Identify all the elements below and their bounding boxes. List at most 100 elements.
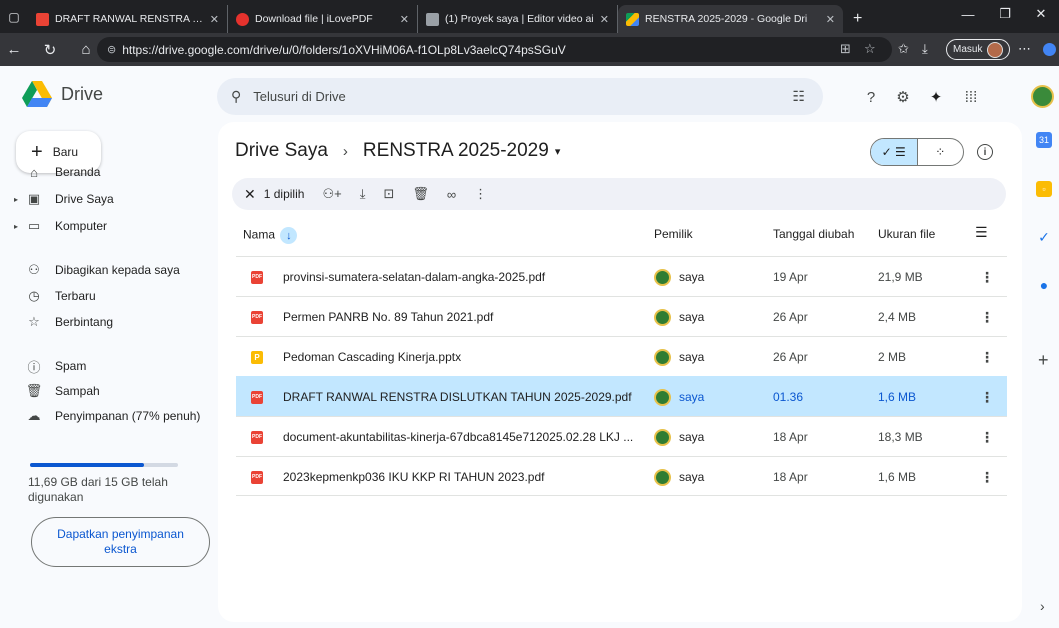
modified-date: 18 Apr: [773, 470, 808, 484]
file-row-selected[interactable]: PDF DRAFT RANWAL RENSTRA DISLUTKAN TAHUN…: [236, 376, 1007, 416]
close-tab-icon[interactable]: ✕: [210, 13, 219, 26]
row-more-icon[interactable]: ⋮: [980, 377, 994, 417]
help-icon[interactable]: ?: [860, 86, 882, 108]
browser-tab[interactable]: Download file | iLovePDF ✕: [228, 5, 418, 33]
grid-view-button[interactable]: ⁘: [918, 139, 964, 165]
sidebar-item-trash[interactable]: 🗑 Sampah: [14, 380, 100, 402]
new-button-label: Baru: [52, 145, 79, 159]
row-more-icon[interactable]: ⋮: [980, 457, 994, 497]
file-row[interactable]: PDF 2023kepmenkp036 IKU KKP RI TAHUN 202…: [236, 456, 1007, 496]
move-icon[interactable]: ⊡: [383, 186, 394, 202]
sidebar-item-my-drive[interactable]: ▸ ▣ Drive Saya: [14, 188, 114, 210]
calendar-icon[interactable]: 31: [1036, 132, 1052, 148]
clock-icon: ◷: [28, 288, 40, 303]
search-icon[interactable]: ⚲: [231, 88, 241, 105]
signin-button[interactable]: Masuk: [946, 39, 1010, 60]
site-info-icon[interactable]: ⊜: [107, 43, 116, 56]
column-modified[interactable]: Tanggal diubah: [773, 227, 854, 241]
tab-actions-icon[interactable]: ▢: [0, 0, 28, 33]
browser-tab-label: DRAFT RANWAL RENSTRA DISLUT: [55, 13, 204, 25]
download-file-icon[interactable]: ⤓: [360, 186, 366, 202]
row-more-icon[interactable]: ⋮: [980, 337, 994, 377]
minimize-icon[interactable]: —: [950, 0, 986, 28]
favorites-icon[interactable]: ✩: [898, 41, 909, 57]
restore-icon[interactable]: ❐: [987, 0, 1023, 28]
expand-icon[interactable]: ▸: [14, 222, 24, 231]
delete-icon[interactable]: 🗑: [412, 186, 429, 202]
row-more-icon[interactable]: ⋮: [980, 417, 994, 457]
close-tab-icon[interactable]: ✕: [826, 13, 835, 26]
file-row[interactable]: PDF document-akuntabilitas-kinerja-67dbc…: [236, 416, 1007, 456]
column-name[interactable]: Nama ↓: [243, 227, 298, 244]
folder-menu-caret-icon[interactable]: ▾: [555, 145, 561, 158]
list-view-button[interactable]: ✓ ☰: [871, 139, 918, 165]
breadcrumb-separator: ›: [342, 142, 348, 160]
search-bar[interactable]: ⚲ Telusuri di Drive ☷: [217, 78, 823, 115]
browser-tab[interactable]: DRAFT RANWAL RENSTRA DISLUT ✕: [28, 5, 228, 33]
more-menu-icon[interactable]: ⋯: [1018, 41, 1031, 57]
tasks-icon[interactable]: ✓: [1036, 229, 1052, 245]
settings-gear-icon[interactable]: ⚙: [892, 86, 914, 108]
expand-icon[interactable]: ▸: [14, 195, 24, 204]
new-tab-button[interactable]: +: [843, 5, 872, 33]
column-size[interactable]: Ukuran file: [878, 227, 935, 241]
reload-icon[interactable]: ↻: [38, 38, 62, 62]
sort-arrow-icon[interactable]: ↓: [280, 227, 298, 244]
back-icon[interactable]: ←: [2, 38, 26, 62]
copilot-icon[interactable]: [1043, 43, 1056, 56]
contacts-icon[interactable]: ●: [1036, 277, 1052, 293]
row-more-icon[interactable]: ⋮: [980, 257, 994, 297]
breadcrumb-current-folder[interactable]: RENSTRA 2025-2029: [363, 140, 549, 162]
sort-options-icon[interactable]: ☰: [975, 224, 988, 241]
drive-logo[interactable]: Drive: [22, 81, 103, 107]
search-options-icon[interactable]: ☷: [792, 88, 805, 105]
clear-selection-icon[interactable]: ✕: [244, 186, 256, 203]
browser-tab[interactable]: (1) Proyek saya | Editor video ai ✕: [418, 5, 618, 33]
sidebar-item-starred[interactable]: ☆ Berbintang: [14, 311, 113, 333]
expand-panel-icon[interactable]: ›: [1040, 598, 1045, 614]
copy-link-icon[interactable]: ∞: [447, 187, 456, 202]
sidebar-item-recent[interactable]: ◷ Terbaru: [14, 285, 95, 307]
sidebar-item-storage[interactable]: ☁ Penyimpanan (77% penuh): [14, 405, 201, 427]
address-bar[interactable]: ⊜ https://drive.google.com/drive/u/0/fol…: [97, 37, 892, 62]
app-name: Drive: [61, 83, 104, 104]
keep-icon[interactable]: ▫: [1036, 181, 1052, 197]
close-window-icon[interactable]: ✕: [1023, 0, 1059, 28]
breadcrumb-my-drive[interactable]: Drive Saya: [235, 140, 328, 162]
bookmark-star-icon[interactable]: ☆: [864, 41, 876, 57]
get-storage-button[interactable]: Dapatkan penyimpanan ekstra: [31, 517, 210, 567]
close-tab-icon[interactable]: ✕: [400, 13, 409, 26]
details-info-icon[interactable]: i: [977, 144, 993, 160]
app-icon[interactable]: ⊞: [840, 41, 851, 57]
browser-tab-active[interactable]: RENSTRA 2025-2029 - Google Dri ✕: [618, 5, 843, 33]
file-list: PDF provinsi-sumatera-selatan-dalam-angk…: [236, 256, 1007, 496]
file-row[interactable]: PDF provinsi-sumatera-selatan-dalam-angk…: [236, 256, 1007, 296]
row-more-icon[interactable]: ⋮: [980, 297, 994, 337]
file-size: 18,3 MB: [878, 430, 923, 444]
add-addon-icon[interactable]: +: [1038, 350, 1049, 371]
sidebar-item-spam[interactable]: ⓘ Spam: [14, 355, 86, 377]
sidebar-item-home[interactable]: ⌂ Beranda: [14, 161, 100, 183]
column-owner[interactable]: Pemilik: [654, 227, 693, 241]
sidebar-item-label: Berbintang: [55, 315, 114, 329]
my-drive-icon: ▣: [27, 191, 41, 206]
modified-date: 26 Apr: [773, 350, 808, 364]
owner-name: saya: [679, 270, 705, 284]
download-icon[interactable]: ⤓: [922, 41, 928, 57]
view-toggle: ✓ ☰ ⁘: [870, 138, 964, 166]
home-browser-icon[interactable]: ⌂: [74, 38, 98, 62]
sidebar-item-computers[interactable]: ▸ ▭ Komputer: [14, 215, 107, 237]
file-row[interactable]: P Pedoman Cascading Kinerja.pptx saya 26…: [236, 336, 1007, 376]
file-name: provinsi-sumatera-selatan-dalam-angka-20…: [283, 270, 546, 284]
account-avatar[interactable]: [1031, 85, 1054, 108]
apps-grid-icon[interactable]: ⁞⁞⁞: [960, 86, 982, 108]
share-icon[interactable]: ⚇+: [322, 186, 341, 202]
modified-date: 01.36: [773, 390, 804, 404]
gemini-icon[interactable]: ✦: [925, 86, 947, 108]
sidebar-item-shared[interactable]: ⚇ Dibagikan kepada saya: [14, 259, 180, 281]
sidebar-item-label: Beranda: [55, 165, 101, 179]
file-row[interactable]: PDF Permen PANRB No. 89 Tahun 2021.pdf s…: [236, 296, 1007, 336]
profile-avatar: [987, 41, 1004, 58]
close-tab-icon[interactable]: ✕: [600, 13, 609, 26]
more-actions-icon[interactable]: ⋮: [474, 186, 487, 202]
